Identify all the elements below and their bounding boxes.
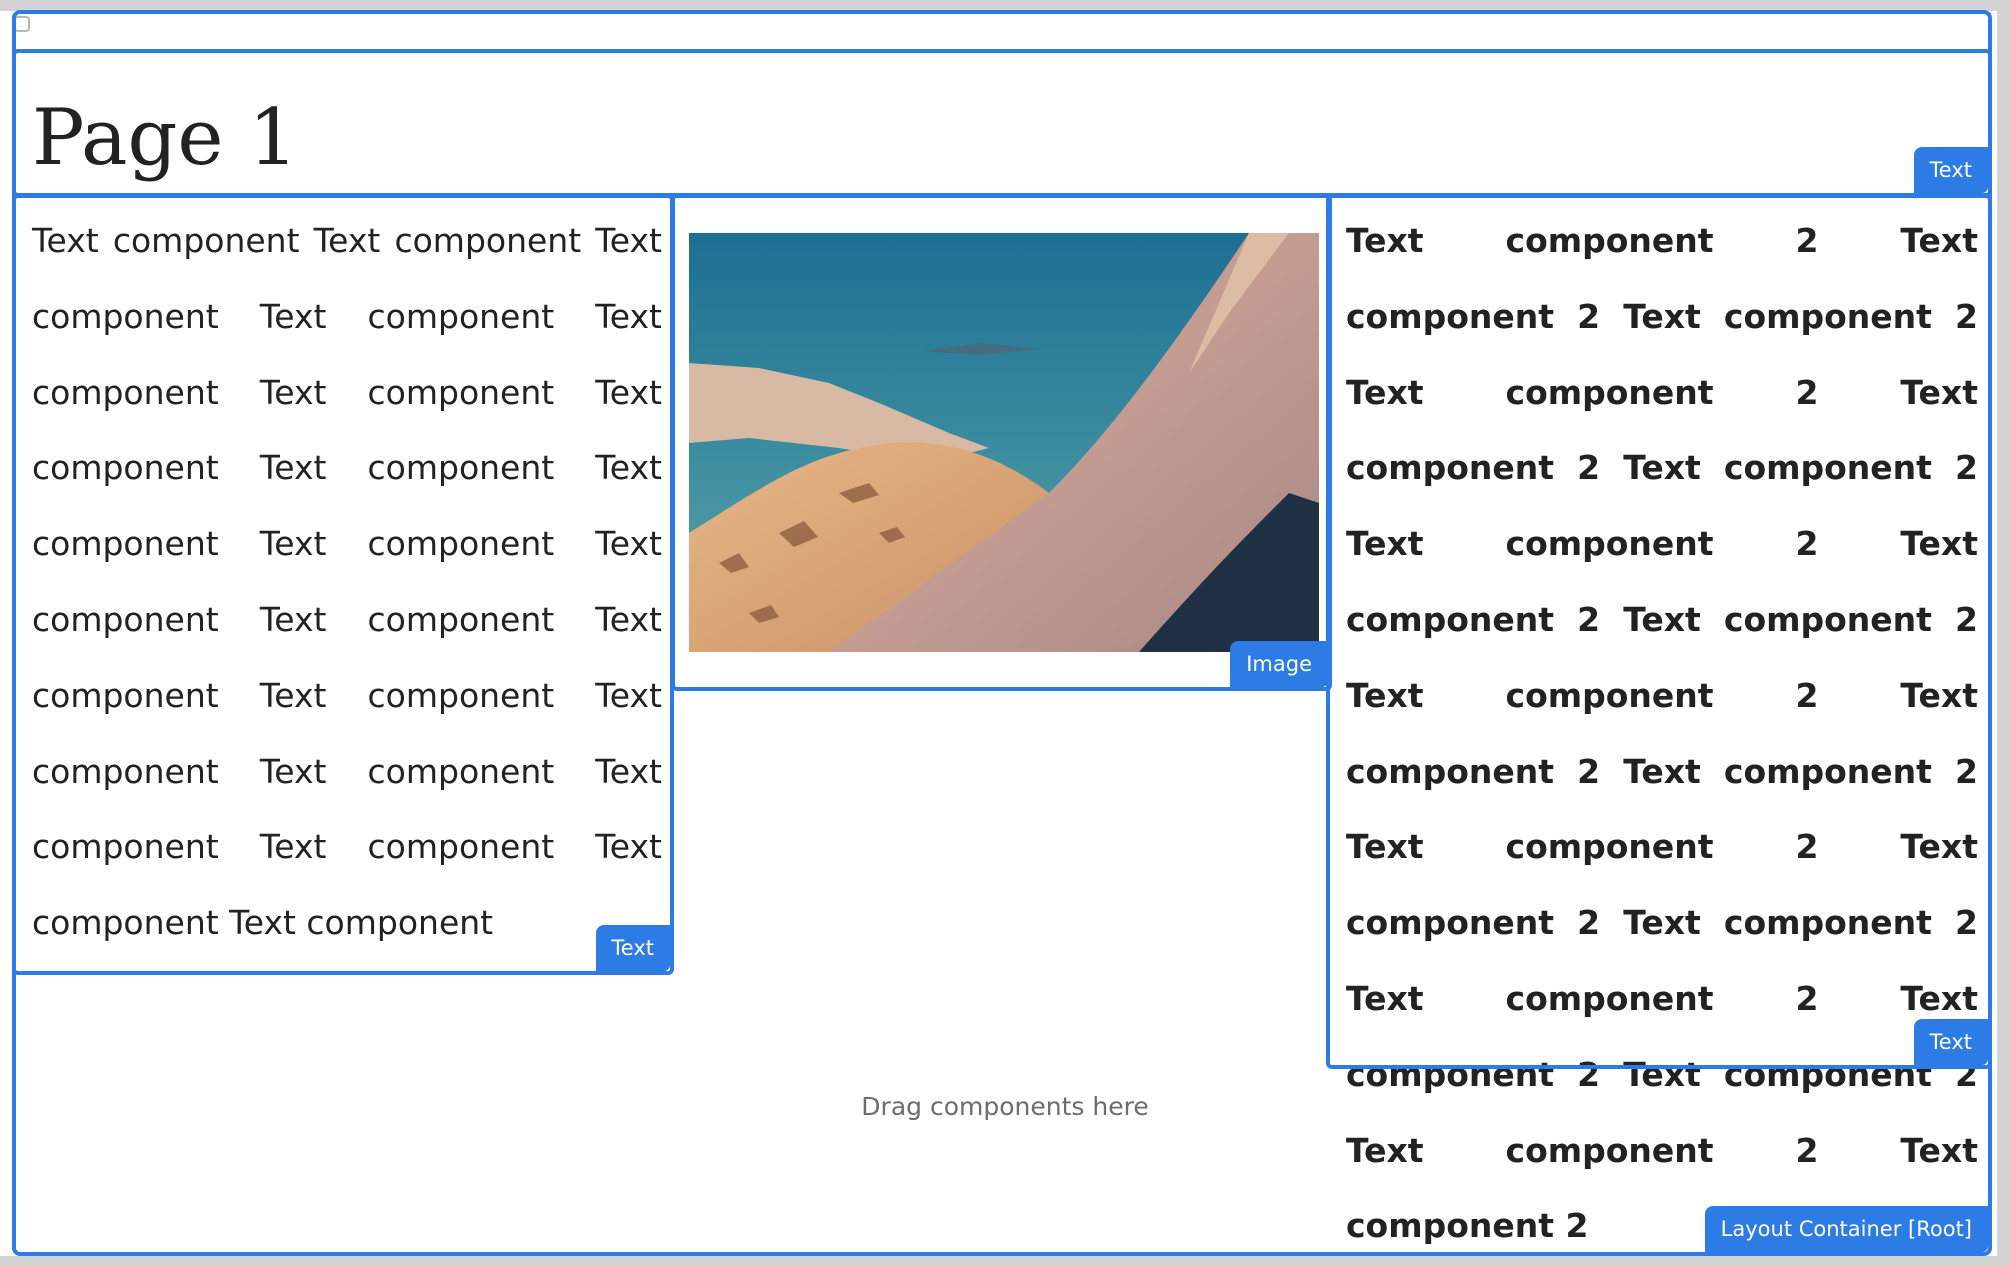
text-component-1[interactable]: Text — [12, 194, 674, 975]
page-title: Page 1 — [32, 93, 298, 183]
image-component-badge[interactable]: Image — [1230, 641, 1328, 687]
page-title-text-badge[interactable]: Text — [1913, 147, 1988, 193]
text-component-1-badge[interactable]: Text — [595, 925, 670, 971]
text-component-2-badge[interactable]: Text — [1913, 1019, 1988, 1065]
text-component-2[interactable]: Text — [1326, 194, 1992, 1069]
drag-components-dropzone[interactable]: Drag components here — [0, 1092, 2010, 1121]
browser-right-edge — [1997, 0, 2010, 1266]
page-title-component[interactable]: Text — [12, 49, 1992, 197]
image-component[interactable]: Image — [671, 194, 1332, 691]
